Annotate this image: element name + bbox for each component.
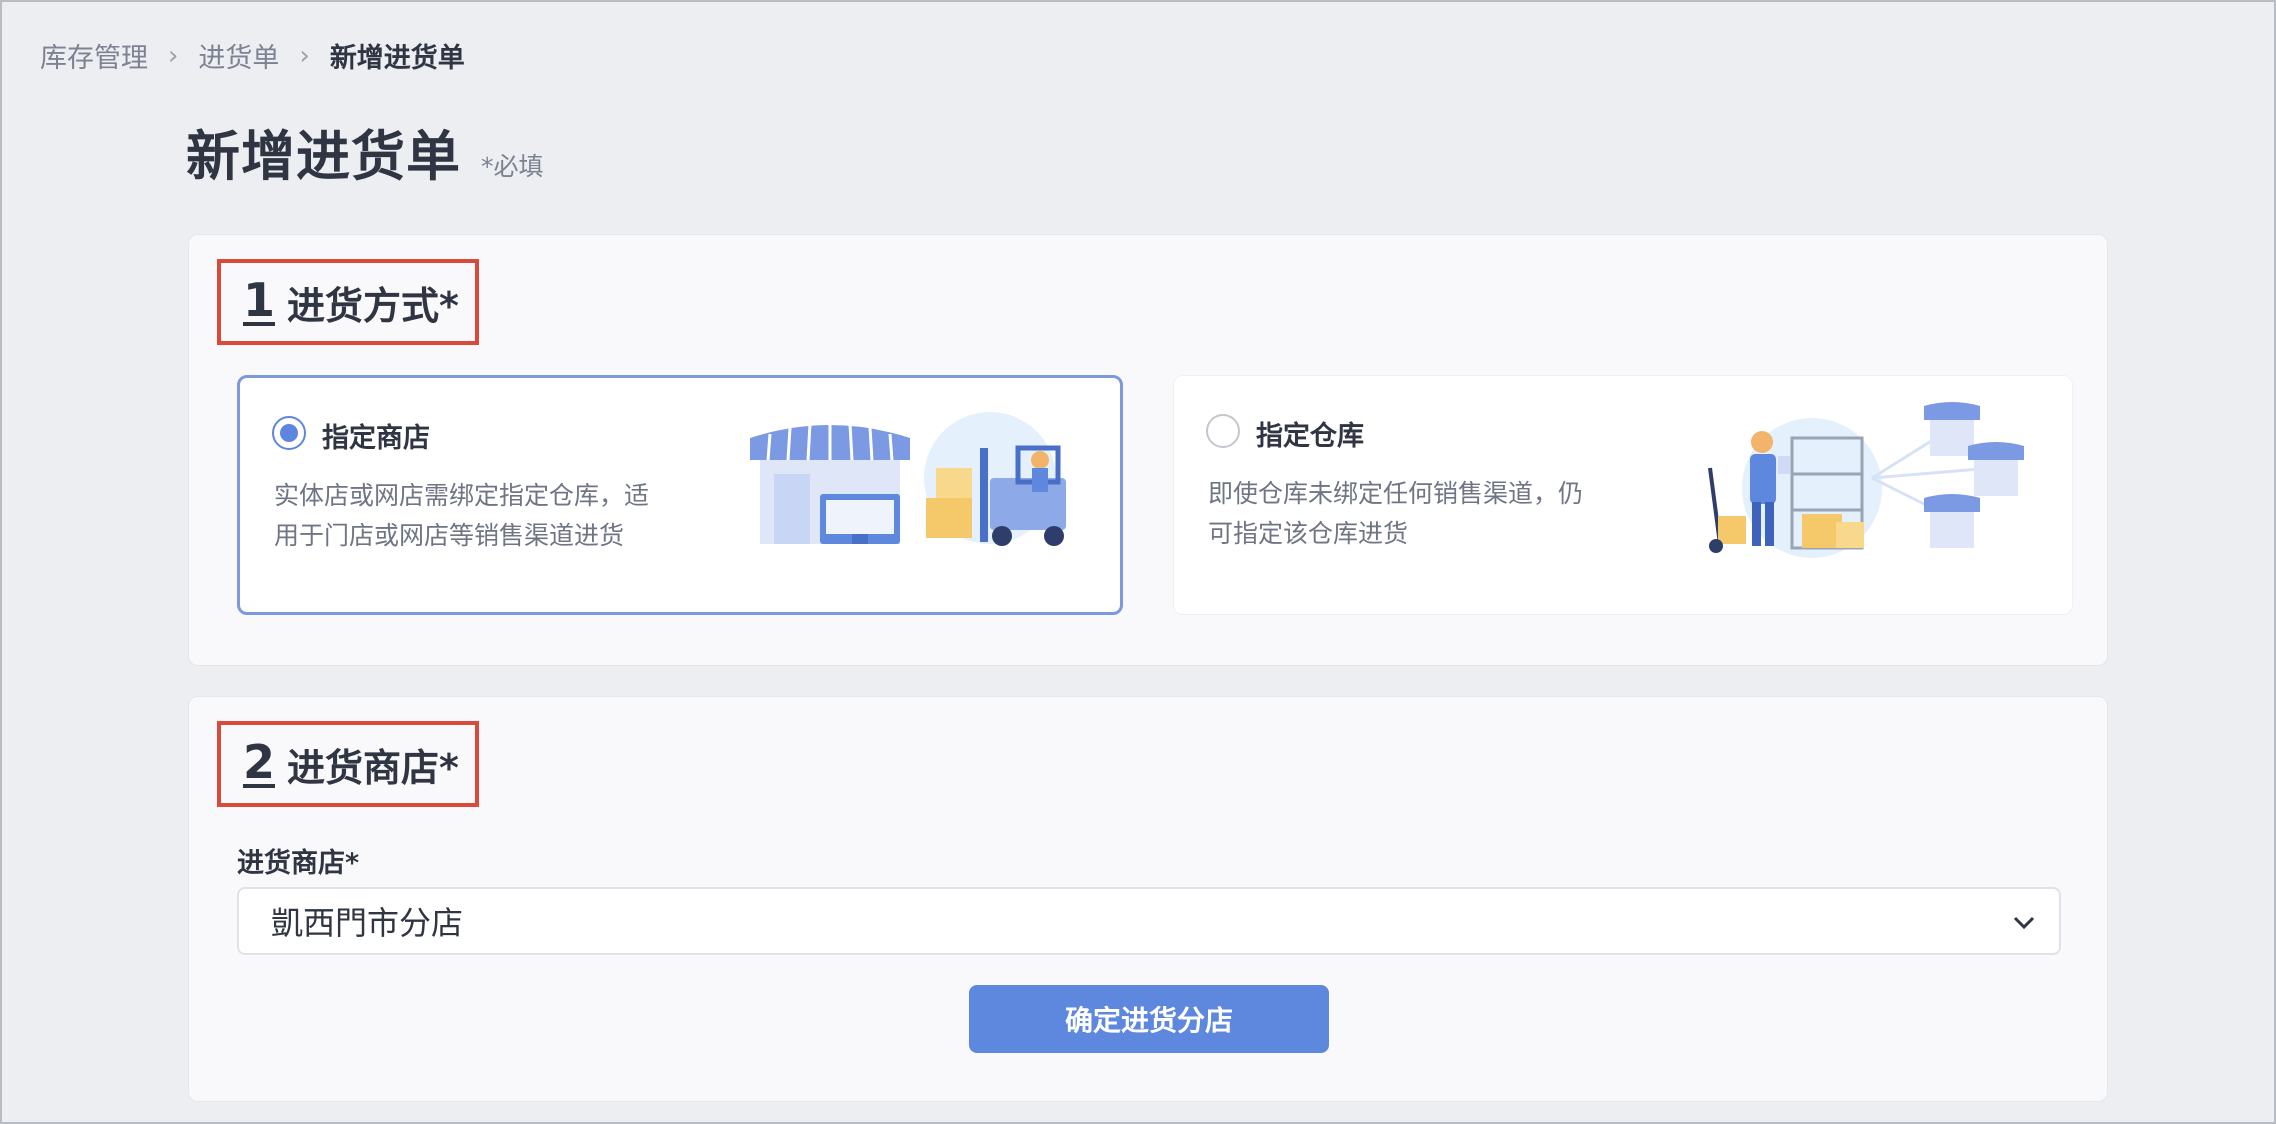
breadcrumb-item-inventory[interactable]: 库存管理 bbox=[40, 36, 148, 75]
option-description-line: 即使仓库未绑定任何销售渠道，仍 bbox=[1208, 479, 1584, 508]
breadcrumb-item-current: 新增进货单 bbox=[329, 43, 465, 74]
step-number: 2 bbox=[243, 735, 276, 789]
confirm-store-button[interactable]: 确定进货分店 bbox=[969, 985, 1329, 1053]
store-select[interactable]: 凱西門市分店 bbox=[237, 887, 2061, 955]
step-number: 1 bbox=[243, 273, 276, 327]
purchase-store-section: 2 进货商店* 进货商店* 凱西門市分店 确定进货分店 bbox=[188, 696, 2108, 1102]
breadcrumb-item-purchase-orders[interactable]: 进货单 bbox=[198, 36, 279, 75]
option-card-warehouse[interactable]: 指定仓库 即使仓库未绑定任何销售渠道，仍 可指定该仓库进货 bbox=[1173, 375, 2073, 615]
step-label: 进货商店* bbox=[287, 745, 459, 790]
page-header: 新增进货单 *必填 bbox=[186, 112, 544, 191]
storefront-forklift-illustration bbox=[750, 412, 1066, 546]
page-title: 新增进货单 bbox=[186, 125, 461, 188]
step-heading-2: 2 进货商店* bbox=[217, 721, 479, 807]
option-title: 指定仓库 bbox=[1256, 421, 1364, 452]
radio-store[interactable] bbox=[272, 416, 306, 450]
option-title: 指定商店 bbox=[322, 423, 430, 454]
option-description-line: 用于门店或网店等销售渠道进货 bbox=[274, 521, 625, 550]
step-heading-1: 1 进货方式* bbox=[217, 259, 479, 345]
store-select-value: 凱西門市分店 bbox=[271, 904, 464, 942]
option-description-line: 实体店或网店需绑定指定仓库，适 bbox=[274, 481, 650, 510]
option-card-store[interactable]: 指定商店 实体店或网店需绑定指定仓库，适 用于门店或网店等销售渠道进货 bbox=[237, 375, 1123, 615]
option-description-line: 可指定该仓库进货 bbox=[1208, 519, 1409, 548]
required-note: *必填 bbox=[481, 152, 544, 181]
breadcrumb: 库存管理 › 进货单 › 新增进货单 bbox=[40, 36, 465, 75]
radio-warehouse[interactable] bbox=[1206, 414, 1240, 448]
warehouse-worker-illustration bbox=[1708, 402, 2024, 558]
purchase-method-section: 1 进货方式* 指定商店 实体店或网店需绑定指定仓库，适 用于门店或网店等销售渠… bbox=[188, 234, 2108, 666]
store-field-label: 进货商店* bbox=[237, 848, 360, 879]
chevron-down-icon bbox=[2013, 916, 2035, 930]
chevron-right-icon: › bbox=[299, 40, 310, 71]
step-label: 进货方式* bbox=[287, 283, 459, 328]
option-description: 即使仓库未绑定任何销售渠道，仍 可指定该仓库进货 bbox=[1208, 474, 1628, 554]
chevron-right-icon: › bbox=[168, 40, 179, 71]
option-description: 实体店或网店需绑定指定仓库，适 用于门店或网店等销售渠道进货 bbox=[274, 476, 694, 556]
